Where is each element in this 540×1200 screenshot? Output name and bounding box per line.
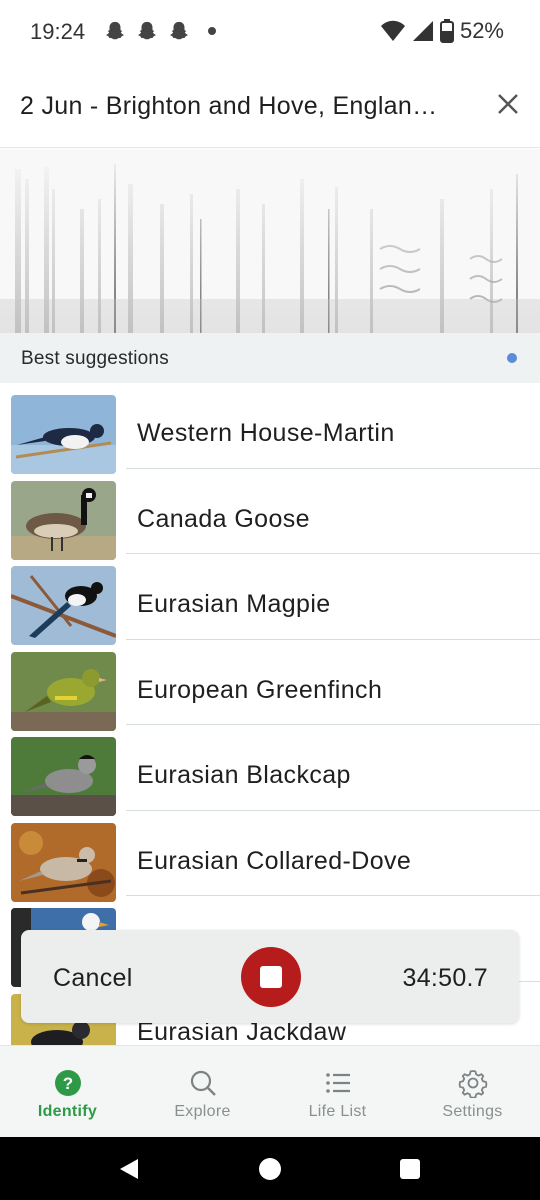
spectrogram <box>0 149 540 333</box>
species-name: European Greenfinch <box>137 675 383 704</box>
recents-icon[interactable] <box>399 1158 421 1180</box>
notification-icons <box>104 20 216 42</box>
battery-icon <box>439 19 454 43</box>
status-time: 19:24 <box>30 19 86 44</box>
notification-dot <box>208 27 216 35</box>
tab-life-list[interactable]: Life List <box>270 1046 405 1138</box>
list-item[interactable]: European Greenfinch <box>0 640 540 731</box>
recording-timer: 34:50.7 <box>402 964 488 992</box>
system-nav-bar <box>0 1137 540 1200</box>
bird-photo <box>11 822 116 902</box>
snapchat-icon <box>138 21 156 40</box>
snapchat-icon <box>106 21 124 40</box>
stop-recording-button[interactable] <box>241 947 301 1007</box>
system-status: 52% <box>380 18 504 44</box>
tab-label: Settings <box>442 1103 503 1120</box>
best-suggestions-bar: Best suggestions <box>0 333 540 383</box>
tab-identify[interactable]: ? Identify <box>0 1046 135 1138</box>
bottom-nav: ? Identify Explore Life List Settings <box>0 1045 540 1137</box>
recording-header: 2 Jun - Brighton and Hove, Englan… <box>0 64 540 148</box>
list-item[interactable]: Western House-Martin <box>0 383 540 474</box>
bird-photo <box>11 566 116 645</box>
species-name: Canada Goose <box>137 504 310 533</box>
list-item[interactable]: Eurasian Magpie <box>0 554 540 645</box>
question-circle-icon: ? <box>55 1070 81 1096</box>
snapchat-icon <box>170 21 188 40</box>
tab-label: Life List <box>308 1103 367 1120</box>
list-item[interactable]: Canada Goose <box>0 469 540 560</box>
wifi-icon <box>380 20 405 41</box>
best-suggestions-label: Best suggestions <box>21 348 169 369</box>
live-indicator-dot <box>507 353 517 363</box>
bird-photo <box>11 737 116 816</box>
species-name: Eurasian Magpie <box>137 590 331 618</box>
bird-photo <box>11 395 116 474</box>
list-item[interactable]: Eurasian Blackcap <box>0 725 540 816</box>
close-icon[interactable] <box>496 92 520 116</box>
back-icon[interactable] <box>118 1157 140 1181</box>
stop-icon <box>260 966 282 988</box>
bird-photo <box>11 480 116 560</box>
signal-icon <box>412 21 433 41</box>
species-name: Eurasian Collared-Dove <box>137 846 412 875</box>
gear-icon <box>458 1070 488 1098</box>
species-name: Western House-Martin <box>137 419 395 447</box>
recording-title: 2 Jun - Brighton and Hove, Englan… <box>20 92 438 120</box>
tab-explore[interactable]: Explore <box>135 1046 270 1138</box>
bird-photo <box>11 651 116 731</box>
status-bar: 19:24 52% <box>0 0 540 64</box>
battery-percent: 52% <box>459 18 504 43</box>
tab-label: Explore <box>174 1103 231 1120</box>
spectrogram-image <box>0 149 540 333</box>
list-item[interactable]: Eurasian Collared-Dove <box>0 811 540 902</box>
recording-controls: Cancel 34:50.7 <box>21 930 519 1023</box>
home-icon[interactable] <box>258 1157 282 1181</box>
list-icon <box>326 1073 350 1093</box>
search-icon <box>190 1070 216 1096</box>
tab-settings[interactable]: Settings <box>405 1046 540 1138</box>
species-name: Eurasian Blackcap <box>137 761 351 789</box>
svg-text:?: ? <box>63 1074 73 1093</box>
tab-label: Identify <box>37 1103 98 1120</box>
cancel-button[interactable]: Cancel <box>53 964 133 993</box>
